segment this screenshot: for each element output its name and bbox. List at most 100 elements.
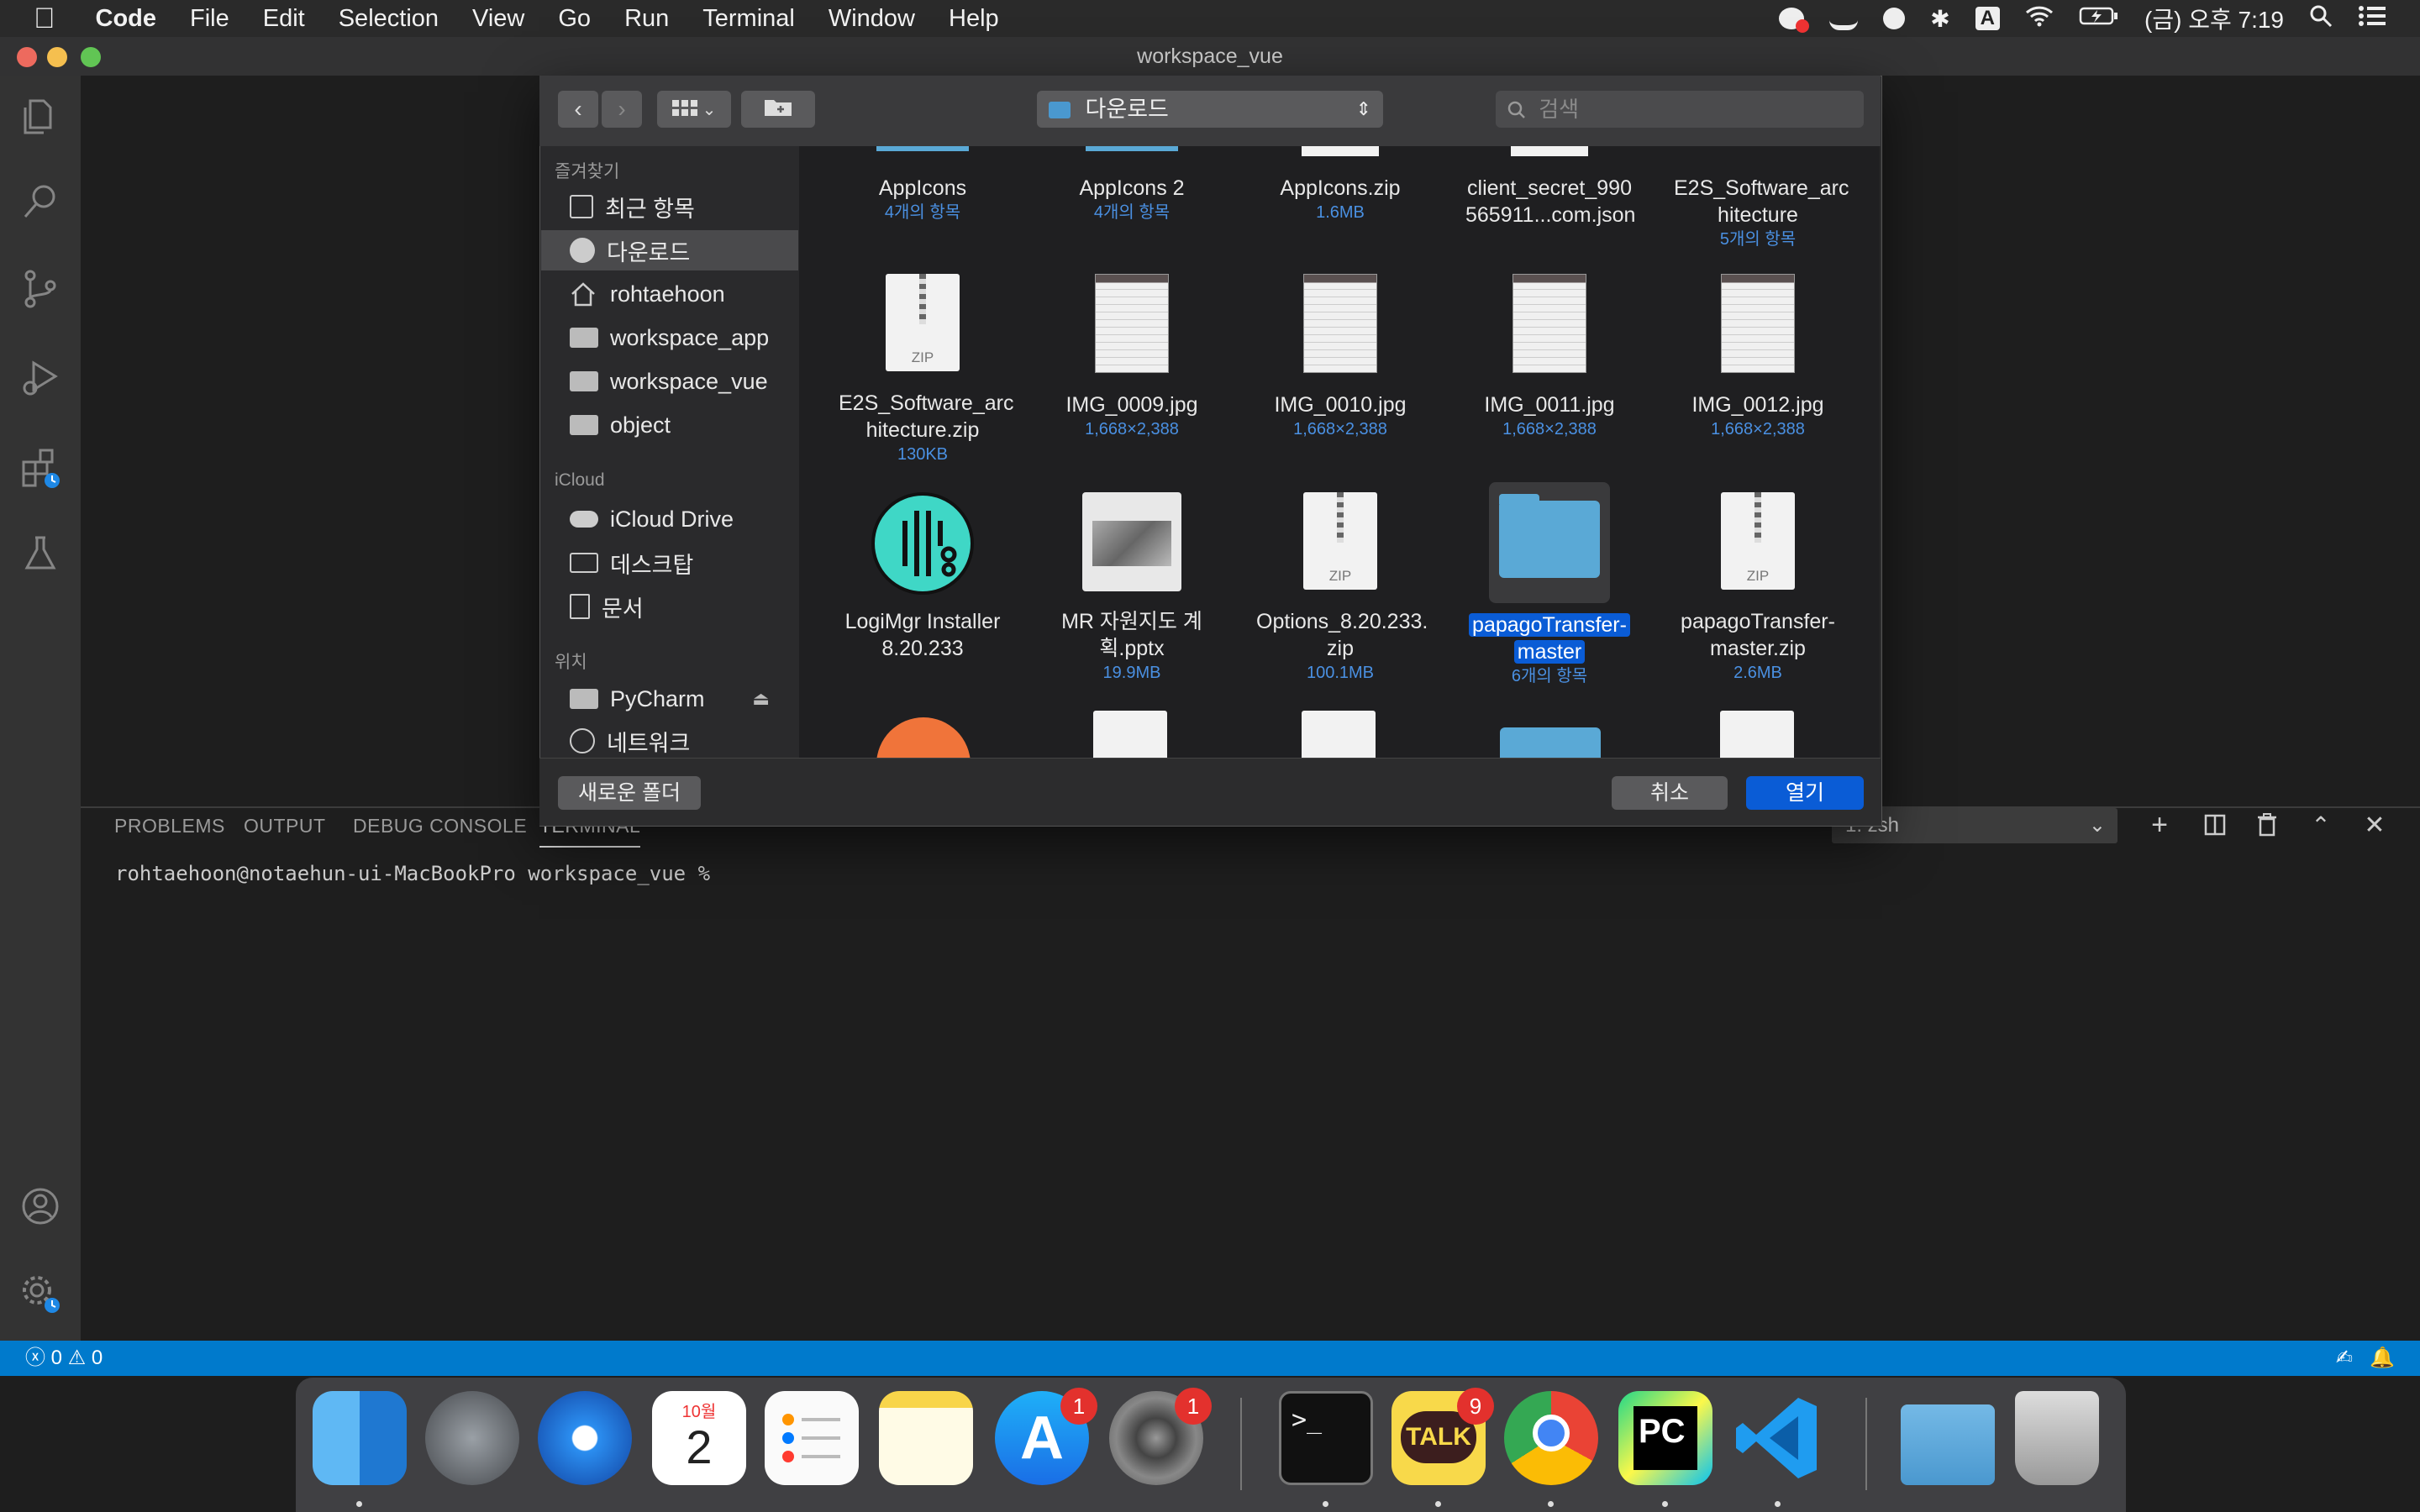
sidebar-item-object[interactable]: object [555,405,798,445]
document-icon[interactable] [1302,711,1376,758]
bluetooth-icon[interactable]: ✱ [1930,5,1949,33]
close-panel-icon[interactable]: ✕ [2356,806,2393,843]
new-folder-toolbar-button[interactable] [741,91,815,128]
menu-file[interactable]: File [190,5,229,33]
sidebar-item-network[interactable]: 네트워크 [555,721,798,761]
menu-app-name[interactable]: Code [96,5,157,33]
file-item[interactable]: ZIP papagoTransfer- master.zip 2.6MB [1674,492,1842,684]
sidebar-item-pycharm[interactable]: PyCharm ⏏ [555,679,798,719]
search-field[interactable]: 검색 [1496,91,1864,128]
sync-status-icon[interactable] [1883,8,1906,29]
vscode-icon[interactable] [1731,1391,1825,1485]
file-item[interactable]: IMG_0010.jpg 1,668×2,388 [1256,274,1424,440]
maximize-panel-icon[interactable]: ⌃ [2302,806,2339,843]
battery-icon[interactable] [2079,5,2119,33]
sidebar-item-workspace-vue[interactable]: workspace_vue [555,361,798,402]
eject-icon[interactable]: ⏏ [752,688,770,710]
wifi-icon[interactable] [2025,5,2054,33]
back-button[interactable]: ‹ [558,91,598,128]
view-options-button[interactable]: ⌄ [657,91,731,128]
location-popup[interactable]: 다운로드 ⇕ [1037,91,1383,128]
new-folder-button[interactable]: 새로운 폴더 [558,776,701,810]
sidebar-item-home[interactable]: rohtaehoon [555,274,798,314]
file-name-line2: 획.pptx [1099,637,1165,660]
downloads-stack-icon[interactable] [1901,1404,1995,1485]
file-item[interactable]: IMG_0012.jpg 1,668×2,388 [1674,274,1842,440]
docker-icon[interactable] [1829,7,1859,30]
menu-run[interactable]: Run [624,5,669,33]
menubar-clock[interactable]: (금) 오후 7:19 [2144,2,2284,35]
menu-selection[interactable]: Selection [339,5,439,33]
file-meta: 4개의 항목 [1093,203,1171,222]
system-preferences-badge: 1 [1175,1388,1212,1425]
file-item[interactable]: LogiMgr Installer 8.20.233 [839,492,1007,662]
trash-icon[interactable] [2015,1391,2099,1485]
extensions-icon[interactable] [0,427,81,507]
pycharm-icon[interactable]: PC [1618,1391,1712,1485]
run-debug-icon[interactable] [0,336,81,417]
tab-debug-console[interactable]: DEBUG CONSOLE [353,815,527,837]
tab-output[interactable]: OUTPUT [244,815,326,837]
finder-icon[interactable] [313,1391,407,1485]
folder-icon[interactable] [1500,727,1601,758]
menu-help[interactable]: Help [949,5,999,33]
bell-icon[interactable]: 🔔 [2370,1341,2395,1376]
apple-menu-icon[interactable]:  [34,3,55,35]
menu-window[interactable]: Window [829,5,915,33]
spotlight-search-icon[interactable] [2309,4,2333,34]
testing-icon[interactable] [0,512,81,593]
cancel-button[interactable]: 취소 [1612,776,1728,810]
accounts-icon[interactable] [0,1166,81,1247]
file-item[interactable]: AppIcons 4개의 항목 [839,146,1007,223]
file-item[interactable]: ZIP E2S_Software_arc hitecture.zip 130KB [839,274,1013,465]
file-item[interactable]: IMG_0011.jpg 1,668×2,388 [1465,274,1634,440]
file-item[interactable]: ZIP Options_8.20.233. zip 100.1MB [1256,492,1428,684]
file-item[interactable]: AppIcons.zip 1.6MB [1256,146,1424,223]
menu-view[interactable]: View [472,5,524,33]
file-item[interactable]: E2S_Software_arc hitecture 5개의 항목 [1674,146,1849,250]
sidebar-item-recents[interactable]: 최근 항목 [555,186,798,227]
terminal-prompt[interactable]: rohtaehoon@notaehun-ui-MacBookPro worksp… [115,862,710,885]
notification-status-icon[interactable] [1779,8,1810,33]
new-terminal-icon[interactable]: + [2141,806,2178,843]
menu-edit[interactable]: Edit [263,5,305,33]
search-icon[interactable] [0,161,81,242]
menu-terminal[interactable]: Terminal [702,5,795,33]
sidebar-item-documents[interactable]: 문서 [555,586,798,627]
sidebar-item-downloads[interactable]: 다운로드 [541,230,798,270]
sidebar-item-workspace-app[interactable]: workspace_app [555,318,798,358]
menu-go[interactable]: Go [558,5,591,33]
file-item[interactable]: MR 자원지도 계 획.pptx 19.9MB [1048,492,1216,684]
problems-status[interactable]: ⓧ 0 ⚠ 0 [25,1341,103,1376]
file-item-selected[interactable]: papagoTransfer- master 6개의 항목 [1465,482,1634,687]
notes-icon[interactable] [879,1391,973,1485]
tab-problems[interactable]: PROBLEMS [114,815,225,837]
chrome-icon[interactable] [1504,1391,1598,1485]
safari-icon[interactable] [538,1391,632,1485]
chevron-right-icon: › [618,96,626,122]
file-item[interactable]: client_secret_990 565911...com.json [1465,146,1635,228]
forward-button[interactable]: › [602,91,642,128]
file-item[interactable]: AppIcons 2 4개의 항목 [1048,146,1216,223]
split-terminal-icon[interactable] [2196,806,2233,843]
zip-file-icon[interactable] [1720,711,1794,758]
sidebar-item-desktop[interactable]: 데스크탑 [555,543,798,583]
terminal-app-icon[interactable]: >_ [1279,1391,1373,1485]
notification-center-icon[interactable] [2358,5,2386,33]
explorer-icon[interactable] [0,76,81,156]
launchpad-icon[interactable] [425,1391,519,1485]
trash-icon[interactable] [2249,806,2286,843]
feedback-icon[interactable]: ✍ [2336,1341,2353,1376]
calendar-icon[interactable]: 10월 2 [652,1391,746,1485]
dock-divider [1240,1398,1242,1490]
zip-file-icon[interactable] [1093,711,1167,758]
sidebar-item-icloud-drive[interactable]: iCloud Drive [555,499,798,539]
running-indicator [1775,1501,1781,1507]
manage-gear-icon[interactable] [0,1253,81,1334]
reminders-icon[interactable] [765,1391,859,1485]
source-control-icon[interactable] [0,249,81,329]
input-source-icon[interactable]: A [1975,7,2001,30]
file-item[interactable]: IMG_0009.jpg 1,668×2,388 [1048,274,1216,440]
app-icon-partial[interactable] [876,717,971,758]
open-button[interactable]: 열기 [1746,776,1864,810]
